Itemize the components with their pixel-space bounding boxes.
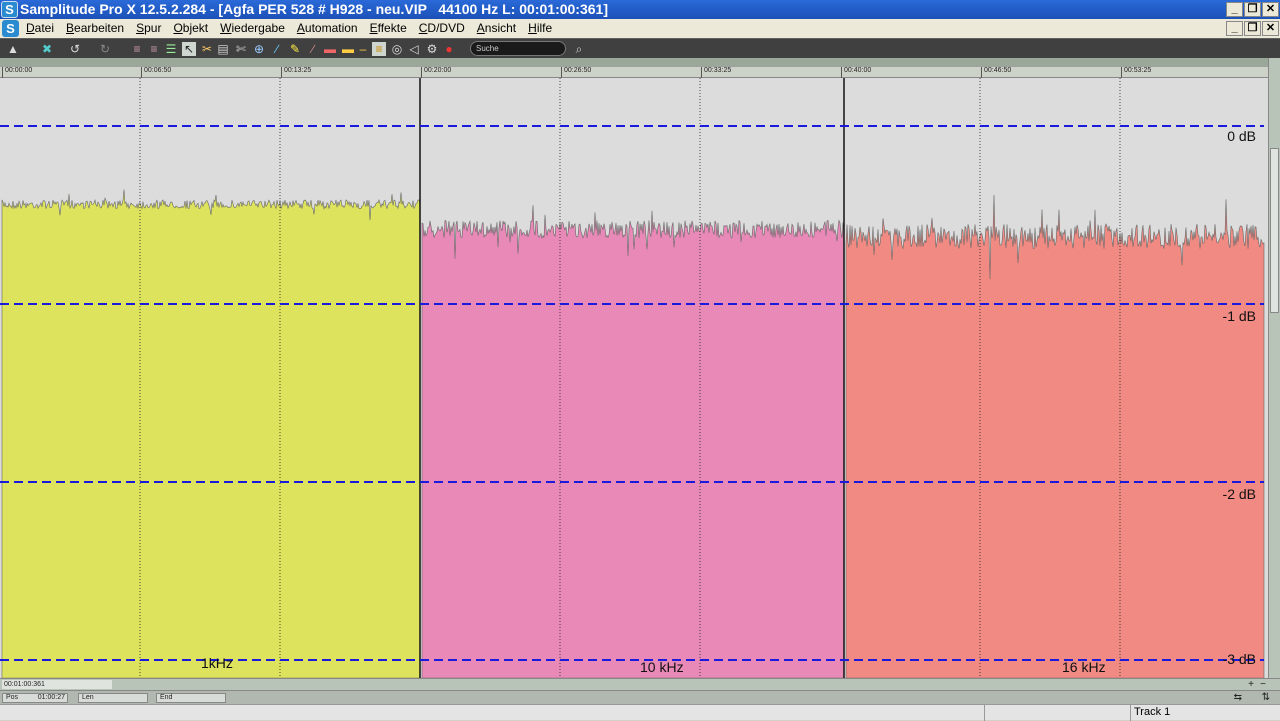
redo-icon[interactable]: ↻ [98,42,112,56]
ruler-tick: 00:00:00 [2,67,32,78]
pos-field[interactable]: Pos 01:00:27 [2,693,68,703]
paste-icon[interactable]: ▤ [216,42,230,56]
horizontal-scrollbar[interactable]: 00:01:00:361 + − [0,678,1280,690]
record-icon[interactable]: ● [442,42,456,56]
ruler-tick: 00:53:25 [1121,67,1151,78]
ruler-tick: 00:20:00 [421,67,451,78]
zoom-in-icon[interactable]: + [1248,679,1254,690]
scissors-icon[interactable]: ✄ [234,42,248,56]
len-field[interactable]: Len [78,693,148,703]
document-logo-icon[interactable]: S [2,20,19,37]
track-status: Track 1 [1134,706,1171,718]
search-input[interactable]: Suche [470,41,566,56]
menu-wiedergabe[interactable]: Wiedergabe [220,19,291,38]
speaker-icon[interactable]: ◁ [407,42,421,56]
menu-bar: S Datei Bearbeiten Spur Objekt Wiedergabe Aut… [0,19,1280,38]
track-area[interactable]: 1kHz 10 kHz 16 kHz 0 dB -1 dB -2 dB -3 d… [0,78,1268,678]
pencil-icon[interactable]: ✎ [288,42,302,56]
grid2-icon[interactable]: ≡ [147,42,161,56]
cross-icon[interactable]: ✖ [40,42,54,56]
db-label: 0 dB [1227,128,1256,144]
window-title: Samplitude Pro X 12.5.2.284 - [Agfa PER … [20,1,608,17]
swap-icon[interactable]: ⇆ [1234,692,1242,703]
search-icon[interactable]: ⌕ [572,42,586,56]
pos-value: 01:00:27 [37,694,65,701]
menu-cddvd[interactable]: CD/DVD [419,19,471,38]
dash-icon[interactable]: ▬ [340,42,356,56]
cursor-icon[interactable]: ↖ [182,42,196,56]
marker-lane[interactable] [0,58,1268,66]
doc-restore-button[interactable]: ❒ [1244,21,1261,36]
edit-icon[interactable]: ∕ [270,42,284,56]
position-bar: Pos 01:00:27 Len End ⇆ ⇅ [0,690,1280,704]
waveform-view[interactable] [0,78,1268,678]
close-button[interactable]: ✕ [1262,2,1279,17]
ruler-tick: 00:13:25 [281,67,311,78]
db-label: -3 dB [1222,651,1256,667]
app-logo-icon[interactable]: S [1,1,18,18]
menu-spur[interactable]: Spur [136,19,167,38]
end-label: End [160,694,173,701]
ruler-icon[interactable]: ▬ [322,42,338,56]
marker-icon[interactable]: ‒ [356,42,370,56]
waveform-2 [845,194,1265,678]
ruler-tick: 00:33:25 [701,67,731,78]
maximize-button[interactable]: ❒ [1244,2,1261,17]
list-icon[interactable]: ☰ [164,42,178,56]
clip-label-10khz: 10 kHz [640,659,684,675]
doc-close-button[interactable]: ✕ [1262,21,1279,36]
brush-icon[interactable]: ∕ [306,42,320,56]
title-bar: S Samplitude Pro X 12.5.2.284 - [Agfa PE… [0,0,1280,19]
menu-automation[interactable]: Automation [297,19,364,38]
waveform-1 [421,205,845,678]
vertical-swap-icon[interactable]: ⇅ [1262,692,1270,703]
menu-objekt[interactable]: Objekt [173,19,214,38]
toolbar: ▲ ✖ ↺ ↻ ≡ ≡ ☰ ↖ ✂ ▤ ✄ ⊕ ∕ ✎ ∕ ▬ ▬ ‒ ≡ ◎ … [0,38,1280,58]
pos-label: Pos [6,694,19,701]
pointer-icon[interactable]: ▲ [6,42,20,56]
db-label: -2 dB [1222,486,1256,502]
zoom2-icon[interactable]: ◎ [390,42,404,56]
vertical-scroll-thumb[interactable] [1270,148,1279,313]
menu-effekte[interactable]: Effekte [370,19,413,38]
ruler-tick: 00:46:50 [981,67,1011,78]
gear-icon[interactable]: ⚙ [425,42,439,56]
audio-clip [1,189,421,678]
loop-icon[interactable]: ≡ [372,42,386,56]
zoom-icon[interactable]: ⊕ [252,42,266,56]
menu-ansicht[interactable]: Ansicht [477,19,522,38]
menu-hilfe[interactable]: Hilfe [528,19,558,38]
ruler-tick: 00:40:00 [841,67,871,78]
doc-minimize-button[interactable]: _ [1226,21,1243,36]
vertical-scrollbar[interactable] [1268,58,1280,678]
menu-datei[interactable]: Datei [26,19,60,38]
grid-icon[interactable]: ≡ [130,42,144,56]
status-bar: Track 1 [0,704,1280,721]
len-label: Len [82,694,94,701]
ruler-tick: 00:06:50 [141,67,171,78]
cut-icon[interactable]: ✂ [200,42,214,56]
undo-icon[interactable]: ↺ [68,42,82,56]
clip-label-16khz: 16 kHz [1062,659,1106,675]
minimize-button[interactable]: _ [1226,2,1243,17]
end-field[interactable]: End [156,693,226,703]
ruler-tick: 00:26:50 [561,67,591,78]
clip-label-1khz: 1kHz [201,655,233,671]
audio-clip [421,205,845,678]
waveform-0 [1,189,421,678]
menu-bearbeiten[interactable]: Bearbeiten [66,19,130,38]
audio-clip [845,194,1265,678]
zoom-out-icon[interactable]: − [1260,679,1266,690]
position-readout: 00:01:00:361 [2,680,112,689]
time-ruler[interactable]: 00:00:00 00:06:50 00:13:25 00:20:00 00:2… [0,66,1268,78]
db-label: -1 dB [1222,308,1256,324]
